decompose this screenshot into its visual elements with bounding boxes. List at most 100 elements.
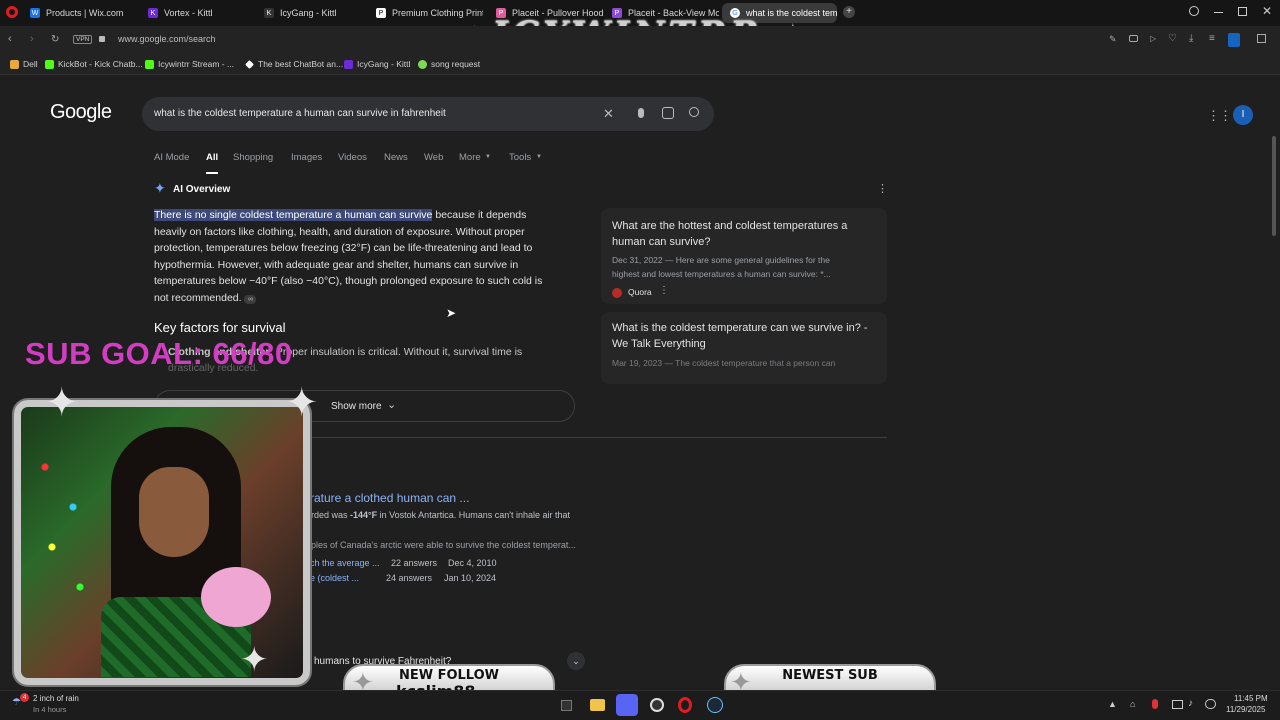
result-title[interactable]: What are the hottest and coldest tempera…	[612, 218, 874, 250]
bookmark-icywintrr-stream[interactable]: Icywintrr Stream - ...	[145, 59, 234, 69]
sub-result-link[interactable]: ch the average ...	[310, 558, 380, 568]
plush-toy-shape	[201, 567, 271, 627]
opera-logo-icon[interactable]	[6, 6, 18, 18]
key-factors-heading: Key factors for survival	[154, 320, 286, 335]
side-result-card[interactable]: What is the coldest temperature can we s…	[601, 312, 887, 384]
kittl-icon	[344, 59, 353, 69]
newest-sub-title: NEWEST SUB	[782, 668, 878, 683]
tab-more[interactable]: More	[459, 152, 481, 163]
tab-icygang[interactable]: K IcyGang - Kittl	[256, 3, 371, 23]
quora-icon	[612, 288, 622, 298]
display-icon[interactable]	[1172, 700, 1183, 709]
tab-wix[interactable]: W Products | Wix.com	[22, 3, 137, 23]
windows-taskbar: ☂ 4 2 inch of rain In 4 hours ▲ ⌂ ♪ 11:4…	[0, 690, 1280, 720]
bookmark-dell[interactable]: Dell	[10, 59, 38, 69]
discord-icon[interactable]	[616, 694, 638, 716]
lens-search-icon[interactable]	[662, 107, 674, 119]
line-rest: because it depends	[432, 209, 527, 221]
steam-icon[interactable]	[707, 697, 723, 713]
overflow-menu-icon[interactable]: ⋮	[877, 182, 888, 195]
download-icon[interactable]: ⤓	[1189, 33, 1193, 44]
link-chip-icon[interactable]: ∞	[244, 294, 257, 304]
chat-icon[interactable]	[1205, 699, 1216, 709]
result-title[interactable]: What is the coldest temperature can we s…	[612, 320, 874, 352]
forward-button[interactable]: ›	[30, 33, 34, 45]
tab-shopping[interactable]: Shopping	[233, 152, 273, 163]
google-logo[interactable]: Google	[50, 101, 112, 124]
opera-app-icon[interactable]	[678, 697, 692, 713]
camera-icon[interactable]	[1129, 35, 1138, 42]
search-input[interactable]: what is the coldest temperature a human …	[154, 108, 446, 119]
clear-search-icon[interactable]: ✕	[603, 106, 614, 122]
sub-result-link[interactable]: e (coldest ...	[310, 573, 359, 583]
obs-icon[interactable]	[650, 698, 664, 712]
active-tab-indicator	[206, 172, 218, 174]
snippet-bold: -144°F	[350, 510, 378, 520]
back-button[interactable]: ‹	[8, 33, 12, 45]
line-text: not recommended.	[154, 291, 242, 304]
result-title-link[interactable]: rature a clothed human can ...	[310, 491, 469, 505]
bookmark-label: song request	[431, 59, 481, 69]
minimize-button[interactable]	[1214, 12, 1223, 13]
tab-all[interactable]: All	[206, 152, 218, 163]
reload-button[interactable]: ↻	[51, 34, 59, 45]
bookmark-icygang[interactable]: IcyGang - Kittl	[344, 59, 410, 69]
ai-overview-line: hypothermia. However, with adequate gear…	[154, 258, 519, 271]
vpn-badge[interactable]: VPN	[73, 35, 93, 44]
tab-news[interactable]: News	[384, 152, 408, 163]
close-window-button[interactable]: ✕	[1262, 4, 1272, 18]
account-avatar[interactable]: I	[1233, 105, 1253, 125]
tab-vortex[interactable]: K Vortex - Kittl	[140, 3, 255, 23]
bookmark-chatbot[interactable]: The best ChatBot an...	[245, 59, 343, 69]
cursor-icon: ➤	[446, 306, 457, 320]
bookmark-label: KickBot - Kick Chatb...	[58, 59, 143, 69]
bookmark-label: Dell	[23, 59, 38, 69]
tab-videos[interactable]: Videos	[338, 152, 367, 163]
bookmark-label: The best ChatBot an...	[258, 59, 344, 69]
sparkle-icon: ✦	[45, 381, 79, 425]
clock-date[interactable]: 11/29/2025	[1226, 705, 1265, 714]
network-icon[interactable]: ⌂	[1130, 699, 1135, 709]
streamer-webcam-icon	[101, 427, 271, 677]
weather-text[interactable]: 2 inch of rain	[33, 694, 79, 703]
tab-images[interactable]: Images	[291, 152, 322, 163]
chevron-down-icon[interactable]: ⌄	[567, 652, 585, 670]
search-tabs-icon[interactable]	[1189, 6, 1199, 16]
snippet-text: in Vostok Antartica. Humans can't inhale…	[377, 510, 570, 520]
side-result-card[interactable]: What are the hottest and coldest tempera…	[601, 208, 887, 304]
overflow-menu-icon[interactable]: ⋮	[659, 285, 669, 296]
tab-ai-mode[interactable]: AI Mode	[154, 152, 189, 163]
edit-icon[interactable]: ✎	[1109, 34, 1117, 45]
face-shape	[139, 467, 209, 557]
tab-label: Vortex - Kittl	[164, 8, 213, 18]
microphone-icon[interactable]	[1152, 699, 1158, 709]
search-box[interactable]: what is the coldest temperature a human …	[142, 97, 714, 131]
weather-subtext: In 4 hours	[33, 705, 67, 714]
heart-icon[interactable]: ♡	[1168, 33, 1177, 44]
result-snippet: orded was -144°F in Vostok Antartica. Hu…	[306, 510, 570, 520]
bookmark-song-request[interactable]: song request	[418, 59, 480, 69]
maximize-button[interactable]	[1238, 7, 1247, 16]
terminal-app-icon[interactable]	[561, 700, 572, 711]
bookmark-kickbot[interactable]: KickBot - Kick Chatb...	[45, 59, 143, 69]
tab-tools[interactable]: Tools	[509, 152, 531, 163]
answer-date: Dec 4, 2010	[448, 558, 497, 568]
tab-web[interactable]: Web	[424, 152, 443, 163]
play-icon[interactable]: ▷	[1150, 34, 1156, 43]
chevron-up-icon[interactable]: ▲	[1108, 699, 1117, 709]
url-field[interactable]: www.google.com/search	[118, 34, 216, 44]
search-icon[interactable]	[689, 107, 699, 117]
tab-label: Products | Wix.com	[46, 8, 124, 18]
new-tab-button[interactable]: +	[843, 6, 855, 18]
menu-icon[interactable]: ≡	[1209, 33, 1215, 44]
profile-icon[interactable]	[1228, 33, 1240, 47]
ai-overview-line: not recommended. ∞	[154, 290, 584, 307]
clock-time[interactable]: 11:45 PM	[1234, 694, 1268, 703]
voice-search-icon[interactable]	[638, 108, 644, 118]
speaker-icon[interactable]: ♪	[1188, 698, 1193, 709]
page-scrollbar[interactable]	[1272, 136, 1276, 236]
extensions-icon[interactable]	[1257, 34, 1266, 43]
result-source[interactable]: Quora	[628, 285, 652, 299]
ai-overview-line: heavily on factors like clothing, health…	[154, 225, 525, 238]
file-explorer-icon[interactable]	[590, 699, 605, 711]
